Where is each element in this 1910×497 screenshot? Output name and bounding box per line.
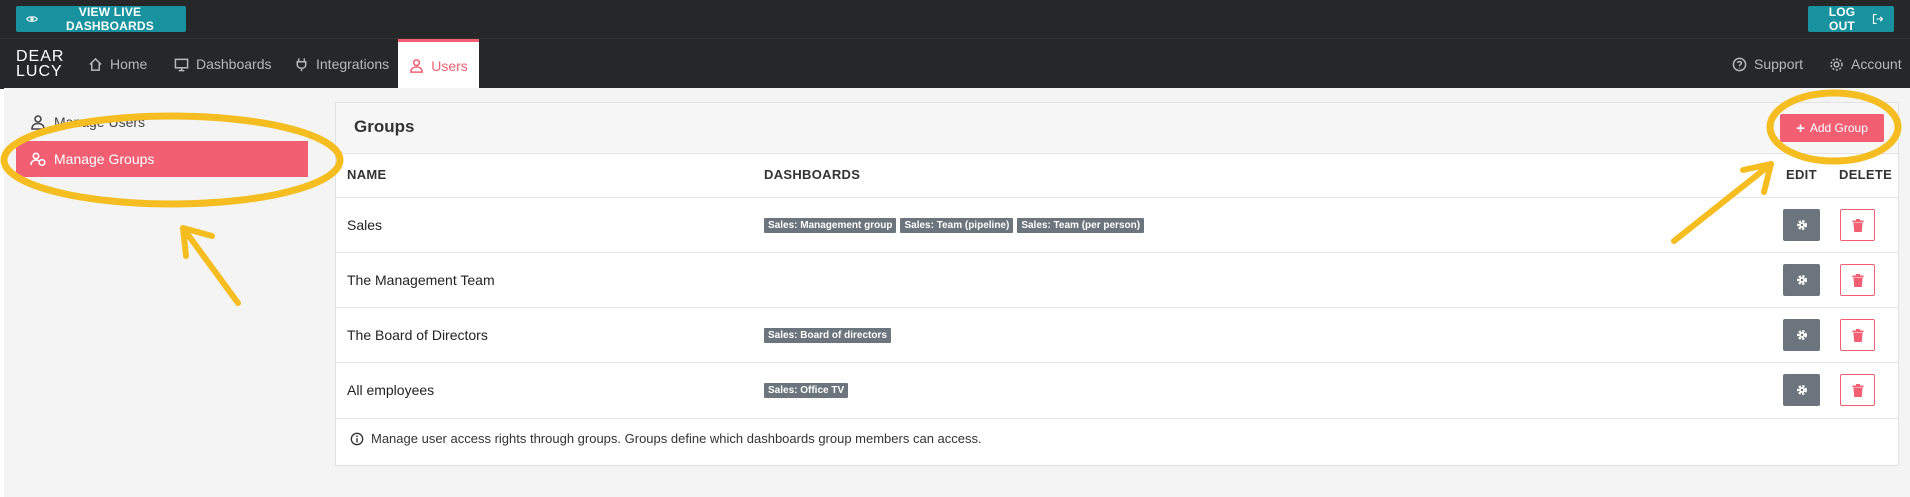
column-header-edit: EDIT bbox=[1786, 167, 1817, 182]
gear-icon bbox=[1796, 385, 1807, 395]
user-group-icon bbox=[30, 152, 46, 167]
user-icon bbox=[31, 115, 45, 130]
nav-integrations-label: Integrations bbox=[316, 56, 390, 72]
trash-icon bbox=[1852, 383, 1863, 397]
group-name: The Management Team bbox=[347, 272, 495, 288]
dashboard-tag: Sales: Team (pipeline) bbox=[900, 218, 1014, 233]
table-row: All employees Sales: Office TV bbox=[336, 362, 1898, 419]
nav-dashboards-label: Dashboards bbox=[196, 56, 272, 72]
trash-icon bbox=[1852, 273, 1863, 287]
info-note: Manage user access rights through groups… bbox=[350, 431, 982, 446]
home-icon bbox=[89, 57, 102, 71]
delete-button[interactable] bbox=[1840, 374, 1875, 406]
plus-icon: + bbox=[1796, 119, 1805, 137]
column-header-dashboards: DASHBOARDS bbox=[764, 167, 861, 182]
nav-support-label: Support bbox=[1754, 56, 1804, 72]
group-name: The Board of Directors bbox=[347, 327, 488, 343]
sidebar-item-manage-users[interactable]: Manage Users bbox=[16, 104, 308, 140]
panel-header: Groups + Add Group bbox=[336, 103, 1898, 154]
edit-button[interactable] bbox=[1783, 319, 1820, 351]
sidebar-item-label: Manage Users bbox=[54, 114, 146, 130]
dashboard-tags: Sales: Board of directors bbox=[764, 328, 891, 343]
edit-button[interactable] bbox=[1783, 209, 1820, 241]
delete-button[interactable] bbox=[1840, 319, 1875, 351]
dashboard-tag: Sales: Office TV bbox=[764, 383, 849, 398]
column-header-name: NAME bbox=[347, 167, 387, 182]
edit-button[interactable] bbox=[1783, 374, 1820, 406]
nav-home[interactable]: Home bbox=[88, 39, 147, 89]
dashboard-tags: Sales: Office TV bbox=[764, 383, 849, 398]
logo-line-1: DEAR bbox=[16, 48, 65, 65]
edit-button[interactable] bbox=[1783, 264, 1820, 296]
nav-dashboards[interactable]: Dashboards bbox=[174, 39, 272, 89]
gear-icon bbox=[1830, 57, 1843, 71]
dashboard-tag: Sales: Management group bbox=[764, 218, 897, 233]
panel-title: Groups bbox=[354, 117, 415, 136]
logo-line-2: LUCY bbox=[16, 63, 63, 80]
gear-icon bbox=[1796, 220, 1807, 230]
logo[interactable]: DEAR LUCY bbox=[16, 48, 65, 80]
dashboard-tag: Sales: Board of directors bbox=[764, 328, 891, 343]
delete-button[interactable] bbox=[1840, 264, 1875, 296]
logout-label: LOG OUT bbox=[1828, 5, 1856, 33]
question-circle-icon bbox=[1732, 57, 1747, 71]
gear-icon bbox=[1796, 330, 1807, 340]
logout-icon bbox=[1872, 13, 1884, 25]
table-row: Sales Sales: Management group Sales: Tea… bbox=[336, 197, 1898, 253]
table-row: The Board of Directors Sales: Board of d… bbox=[336, 307, 1898, 363]
nav-home-label: Home bbox=[110, 56, 148, 72]
nav-integrations[interactable]: Integrations bbox=[294, 39, 389, 89]
dashboard-tag: Sales: Team (per person) bbox=[1017, 218, 1145, 233]
logout-button[interactable]: LOG OUT bbox=[1808, 5, 1894, 33]
eye-icon bbox=[26, 16, 38, 22]
nav-account-label: Account bbox=[1851, 56, 1902, 72]
add-group-button[interactable]: + Add Group bbox=[1780, 114, 1884, 142]
nav-users[interactable]: Users bbox=[398, 39, 479, 89]
sidebar-item-label: Manage Groups bbox=[54, 151, 155, 167]
groups-panel: Groups + Add Group NAME DASHBOARDS EDIT … bbox=[335, 102, 1899, 466]
group-name: All employees bbox=[347, 382, 435, 398]
group-name: Sales bbox=[347, 217, 383, 233]
add-group-label: Add Group bbox=[1809, 121, 1868, 135]
top-utility-bar: VIEW LIVE DASHBOARDS LOG OUT bbox=[0, 0, 1910, 38]
info-text: Manage user access rights through groups… bbox=[371, 431, 982, 446]
user-icon bbox=[410, 59, 424, 73]
nav-support[interactable]: Support bbox=[1732, 39, 1803, 89]
nav-account[interactable]: Account bbox=[1829, 39, 1902, 89]
view-live-dashboards-label: VIEW LIVE DASHBOARDS bbox=[65, 5, 154, 33]
main-navbar: DEAR LUCY Home Dashboards Integrations U… bbox=[0, 38, 1910, 89]
sidebar-item-manage-groups[interactable]: Manage Groups bbox=[16, 141, 308, 177]
view-live-dashboards-button[interactable]: VIEW LIVE DASHBOARDS bbox=[16, 5, 186, 33]
monitor-icon bbox=[174, 58, 189, 71]
table-row: The Management Team bbox=[336, 252, 1898, 308]
nav-users-label: Users bbox=[431, 57, 468, 74]
gear-icon bbox=[1796, 275, 1807, 285]
trash-icon bbox=[1852, 218, 1863, 232]
plug-icon bbox=[296, 57, 307, 71]
trash-icon bbox=[1852, 328, 1863, 342]
delete-button[interactable] bbox=[1840, 209, 1875, 241]
column-header-delete: DELETE bbox=[1839, 167, 1893, 182]
info-circle-icon bbox=[350, 432, 364, 445]
dashboard-tags: Sales: Management group Sales: Team (pip… bbox=[764, 218, 1145, 233]
